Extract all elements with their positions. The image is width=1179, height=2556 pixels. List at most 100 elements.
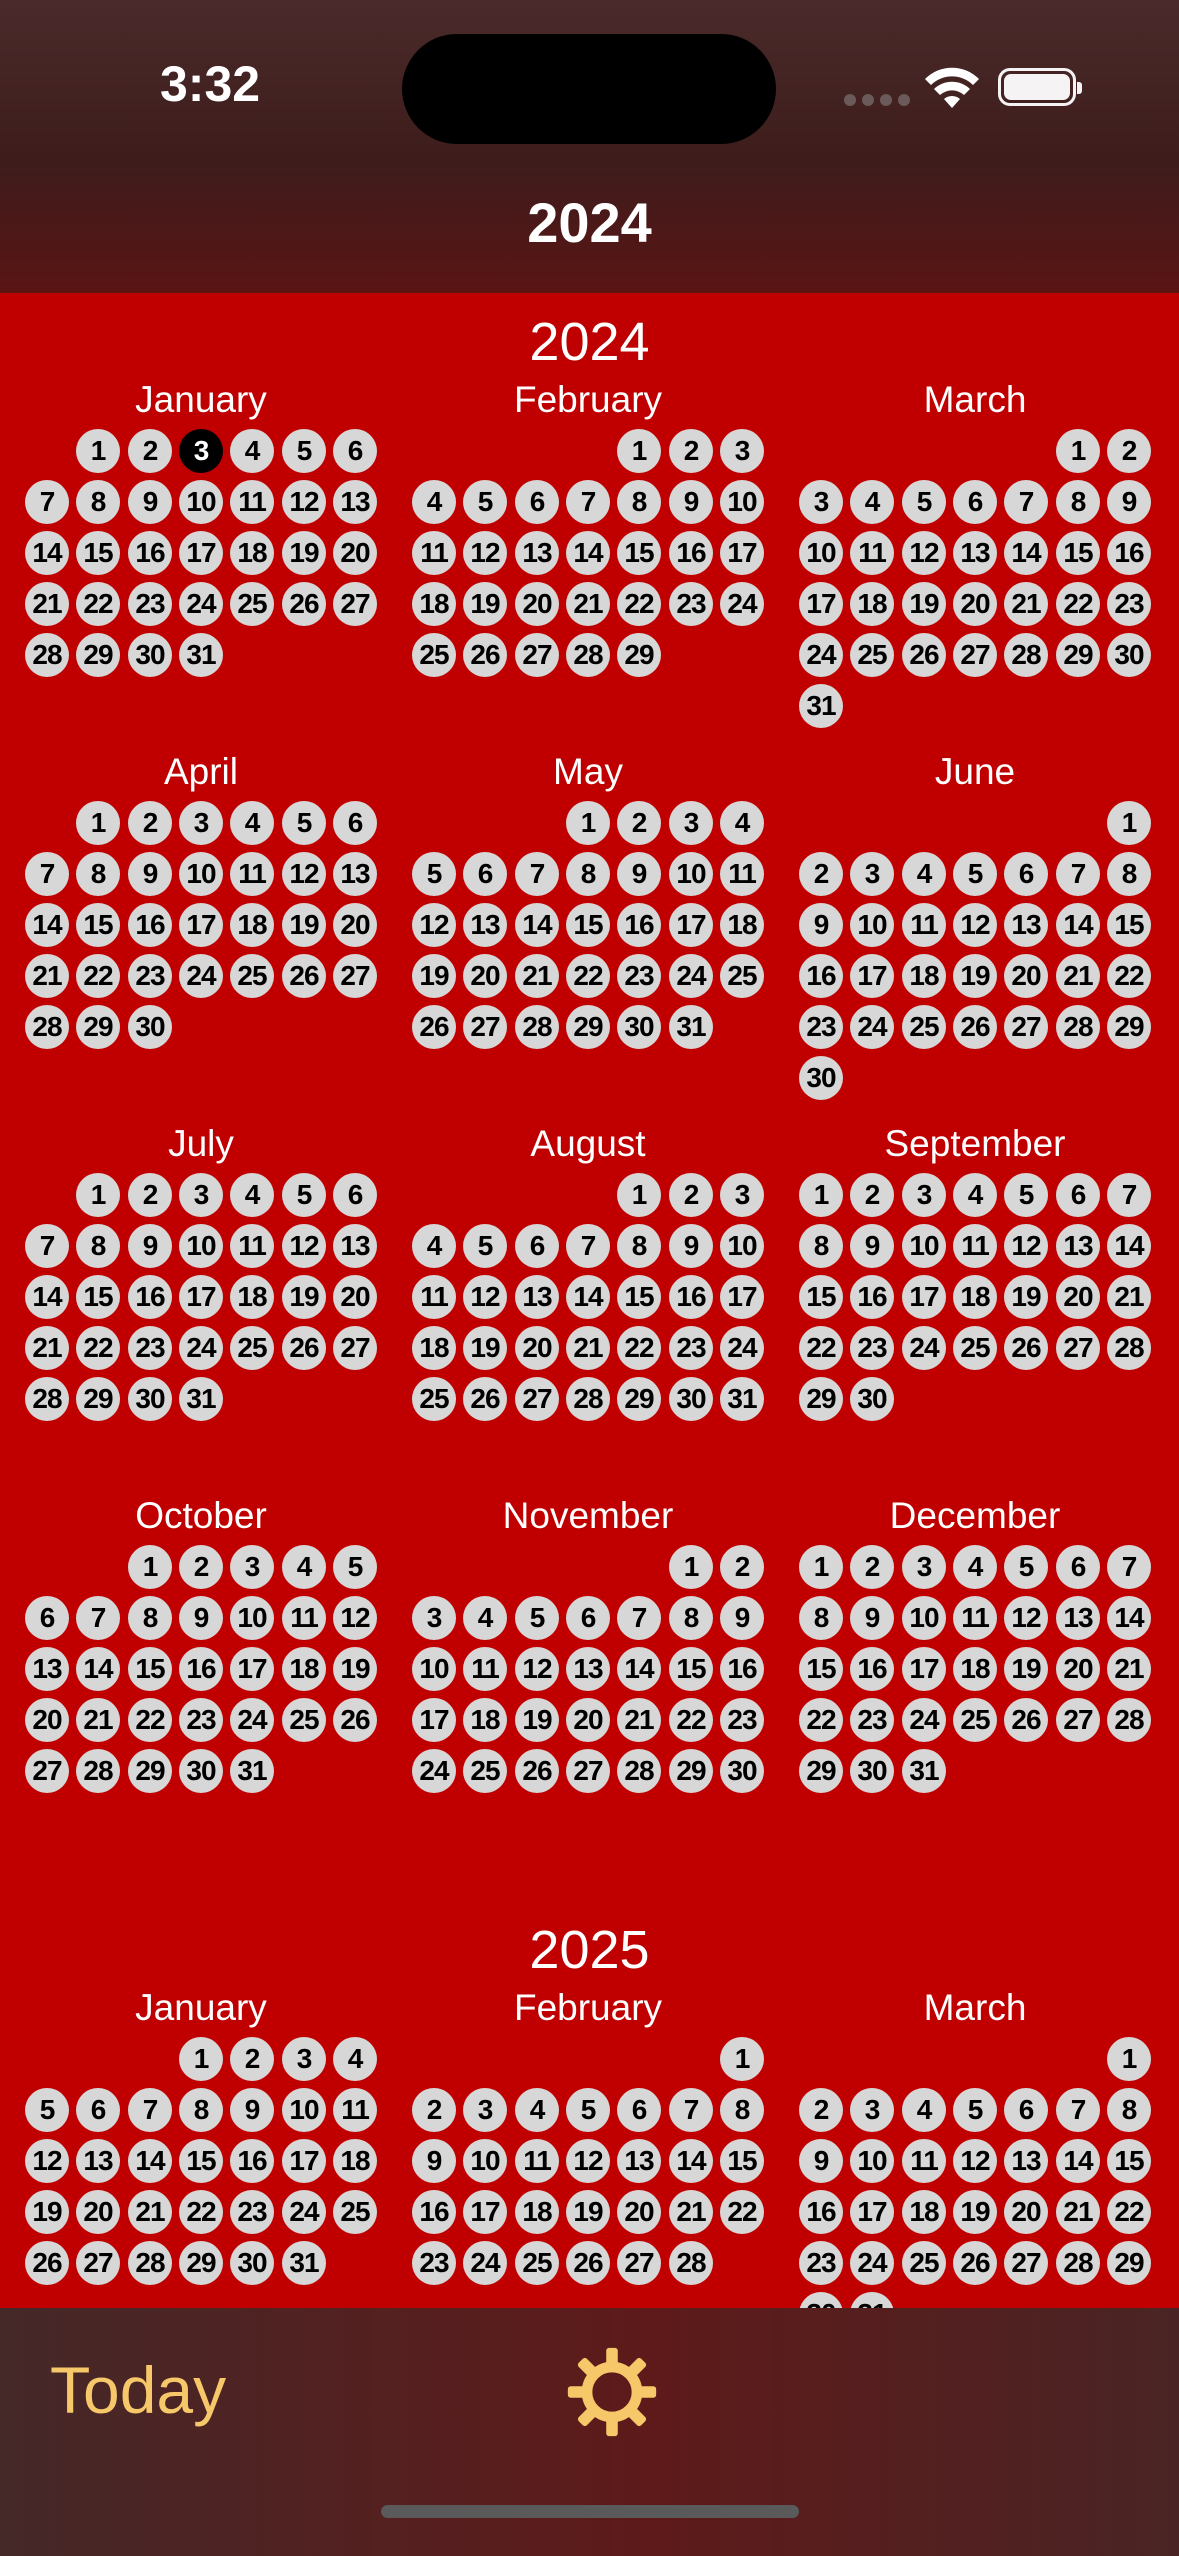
- day-cell[interactable]: 28: [25, 633, 69, 677]
- day-cell[interactable]: 9: [799, 903, 843, 947]
- day-cell[interactable]: 15: [720, 2139, 764, 2183]
- day-cell[interactable]: 27: [1004, 2241, 1048, 2285]
- day-cell[interactable]: 13: [1004, 903, 1048, 947]
- day-cell[interactable]: 28: [1107, 1698, 1151, 1742]
- day-cell[interactable]: 11: [412, 1275, 456, 1319]
- day-cell[interactable]: 28: [1056, 1005, 1100, 1049]
- day-cell[interactable]: 6: [1056, 1173, 1100, 1217]
- day-cell[interactable]: 31: [799, 684, 843, 728]
- day-cell[interactable]: 22: [617, 1326, 661, 1370]
- day-cell[interactable]: 8: [1056, 480, 1100, 524]
- day-cell[interactable]: 6: [333, 429, 377, 473]
- day-cell[interactable]: 31: [230, 1749, 274, 1793]
- day-cell[interactable]: 7: [566, 1224, 610, 1268]
- day-cell[interactable]: 4: [230, 801, 274, 845]
- day-cell[interactable]: 18: [902, 954, 946, 998]
- day-cell[interactable]: 1: [1107, 801, 1151, 845]
- day-cell[interactable]: 7: [1107, 1545, 1151, 1589]
- day-cell[interactable]: 8: [76, 852, 120, 896]
- day-cell[interactable]: 19: [902, 582, 946, 626]
- day-cell[interactable]: 28: [566, 1377, 610, 1421]
- day-cell[interactable]: 6: [1004, 2088, 1048, 2132]
- day-cell[interactable]: 13: [1056, 1224, 1100, 1268]
- day-cell[interactable]: 9: [230, 2088, 274, 2132]
- day-cell[interactable]: 23: [412, 2241, 456, 2285]
- day-cell[interactable]: 17: [230, 1647, 274, 1691]
- day-cell[interactable]: 8: [799, 1224, 843, 1268]
- day-cell[interactable]: 5: [1004, 1173, 1048, 1217]
- day-cell[interactable]: 20: [1004, 954, 1048, 998]
- day-cell[interactable]: 10: [179, 480, 223, 524]
- day-cell[interactable]: 13: [333, 480, 377, 524]
- day-cell[interactable]: 20: [515, 582, 559, 626]
- day-cell[interactable]: 10: [850, 903, 894, 947]
- day-cell[interactable]: 22: [179, 2190, 223, 2234]
- day-cell[interactable]: 18: [953, 1275, 997, 1319]
- day-cell[interactable]: 15: [566, 903, 610, 947]
- day-cell[interactable]: 20: [515, 1326, 559, 1370]
- day-cell[interactable]: 3: [230, 1545, 274, 1589]
- day-cell[interactable]: 17: [720, 531, 764, 575]
- day-cell[interactable]: 1: [1107, 2037, 1151, 2081]
- day-cell[interactable]: 25: [230, 1326, 274, 1370]
- day-cell[interactable]: 23: [1107, 582, 1151, 626]
- day-cell[interactable]: 6: [953, 480, 997, 524]
- day-cell[interactable]: 21: [1107, 1275, 1151, 1319]
- day-cell[interactable]: 3: [720, 429, 764, 473]
- day-cell[interactable]: 21: [25, 582, 69, 626]
- day-cell[interactable]: 13: [617, 2139, 661, 2183]
- day-cell[interactable]: 29: [617, 1377, 661, 1421]
- day-cell[interactable]: 29: [799, 1377, 843, 1421]
- day-cell[interactable]: 17: [463, 2190, 507, 2234]
- day-cell[interactable]: 28: [1004, 633, 1048, 677]
- day-cell[interactable]: 6: [1056, 1545, 1100, 1589]
- day-cell[interactable]: 5: [566, 2088, 610, 2132]
- day-cell[interactable]: 2: [669, 429, 713, 473]
- day-cell[interactable]: 29: [617, 633, 661, 677]
- day-cell[interactable]: 18: [412, 1326, 456, 1370]
- day-cell[interactable]: 13: [953, 531, 997, 575]
- day-cell[interactable]: 28: [617, 1749, 661, 1793]
- day-cell[interactable]: 18: [720, 903, 764, 947]
- day-cell[interactable]: 30: [128, 1377, 172, 1421]
- day-cell[interactable]: 23: [850, 1326, 894, 1370]
- day-cell[interactable]: 10: [799, 531, 843, 575]
- day-cell[interactable]: 3: [412, 1596, 456, 1640]
- day-cell[interactable]: 11: [230, 852, 274, 896]
- day-cell[interactable]: 26: [463, 633, 507, 677]
- day-cell[interactable]: 16: [799, 2190, 843, 2234]
- day-cell[interactable]: 28: [669, 2241, 713, 2285]
- day-cell[interactable]: 16: [230, 2139, 274, 2183]
- day-cell[interactable]: 1: [669, 1545, 713, 1589]
- day-cell[interactable]: 14: [76, 1647, 120, 1691]
- day-cell[interactable]: 10: [902, 1596, 946, 1640]
- day-cell[interactable]: 15: [76, 531, 120, 575]
- day-cell[interactable]: 3: [669, 801, 713, 845]
- day-cell[interactable]: 23: [128, 1326, 172, 1370]
- day-cell[interactable]: 18: [902, 2190, 946, 2234]
- day-cell[interactable]: 28: [128, 2241, 172, 2285]
- day-cell[interactable]: 3: [179, 1173, 223, 1217]
- day-cell[interactable]: 31: [720, 1377, 764, 1421]
- day-cell[interactable]: 2: [720, 1545, 764, 1589]
- day-cell[interactable]: 6: [1004, 852, 1048, 896]
- day-cell[interactable]: 22: [1107, 2190, 1151, 2234]
- today-button[interactable]: Today: [50, 2352, 226, 2428]
- day-cell[interactable]: 22: [76, 582, 120, 626]
- day-cell[interactable]: 3: [720, 1173, 764, 1217]
- day-cell[interactable]: 9: [128, 480, 172, 524]
- day-cell[interactable]: 31: [179, 1377, 223, 1421]
- day-cell[interactable]: 11: [720, 852, 764, 896]
- day-cell[interactable]: 24: [902, 1326, 946, 1370]
- day-cell[interactable]: 20: [566, 1698, 610, 1742]
- day-cell[interactable]: 21: [566, 1326, 610, 1370]
- day-cell[interactable]: 20: [76, 2190, 120, 2234]
- day-cell[interactable]: 29: [76, 1005, 120, 1049]
- day-cell[interactable]: 5: [515, 1596, 559, 1640]
- day-cell[interactable]: 30: [850, 1377, 894, 1421]
- day-cell[interactable]: 14: [617, 1647, 661, 1691]
- day-cell[interactable]: 21: [1004, 582, 1048, 626]
- day-cell[interactable]: 4: [230, 429, 274, 473]
- day-cell[interactable]: 9: [850, 1596, 894, 1640]
- day-cell[interactable]: 21: [128, 2190, 172, 2234]
